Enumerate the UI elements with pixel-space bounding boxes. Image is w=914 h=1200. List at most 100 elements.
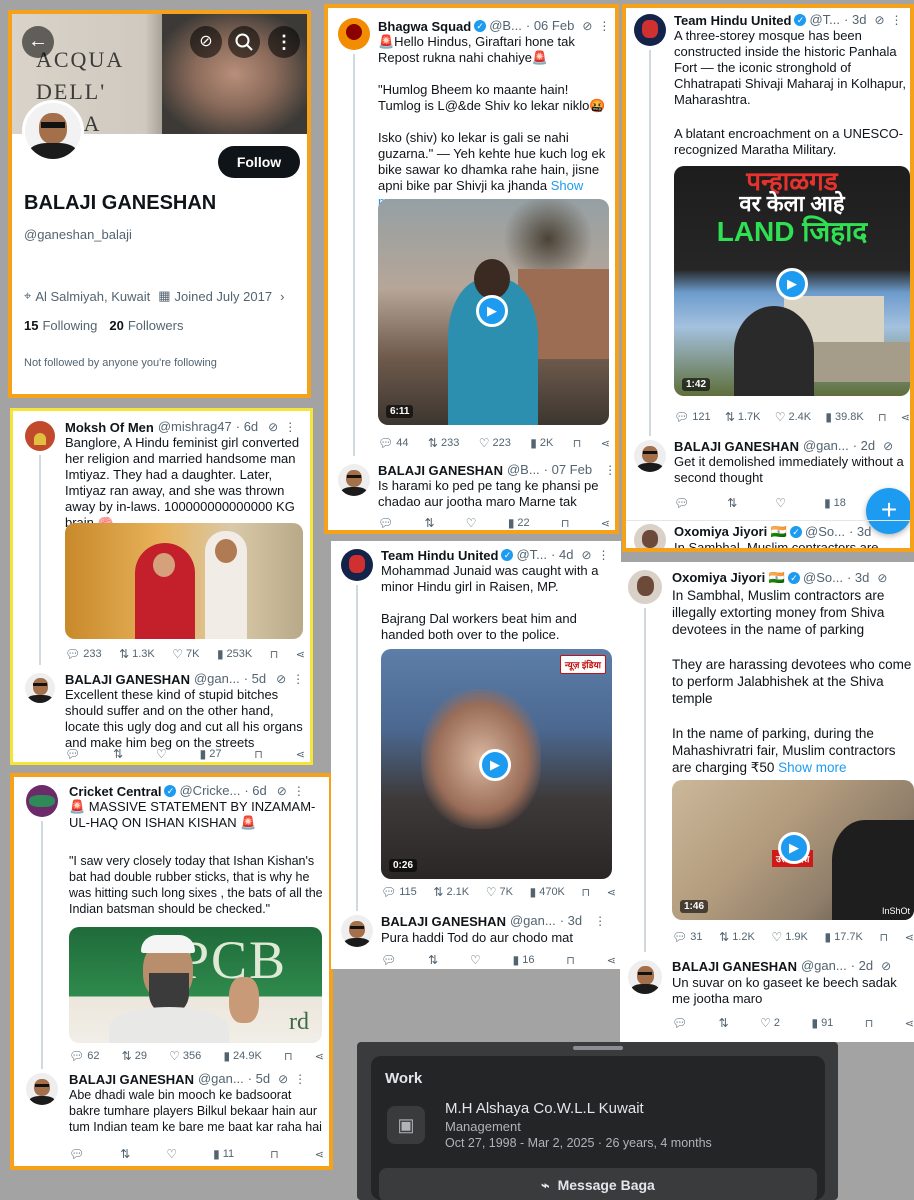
more-icon[interactable]: ⋮ bbox=[604, 463, 615, 477]
reply-button[interactable]: 💬︎ bbox=[65, 747, 80, 761]
author-avatar[interactable] bbox=[338, 18, 370, 50]
reply-avatar[interactable] bbox=[634, 440, 666, 472]
author-avatar[interactable] bbox=[634, 14, 666, 46]
bookmark-icon[interactable]: ⊓ bbox=[561, 517, 570, 530]
like-button[interactable]: ♡ 7K bbox=[172, 647, 199, 661]
reply-button[interactable]: 💬︎ 44 bbox=[378, 436, 408, 450]
like-button[interactable]: ♡ 1.9K bbox=[771, 930, 807, 944]
reply-button[interactable]: 💬︎ bbox=[378, 516, 393, 530]
work-company[interactable]: M.H Alshaya Co.W.L.L Kuwait bbox=[445, 1100, 644, 1117]
share-icon[interactable]: ⋖ bbox=[905, 931, 914, 944]
author-avatar[interactable] bbox=[26, 785, 58, 817]
repost-button[interactable]: ⇅ bbox=[719, 1016, 729, 1030]
grok-icon[interactable]: ⊘ bbox=[883, 439, 893, 453]
reply-button[interactable]: 💬︎ 121 bbox=[674, 410, 711, 424]
reply-author[interactable]: BALAJI GANESHAN bbox=[672, 959, 797, 974]
following-label[interactable]: Following bbox=[42, 318, 97, 333]
like-button[interactable]: ♡ 223 bbox=[479, 436, 511, 450]
views-button[interactable]: ▮ 470K bbox=[530, 885, 565, 899]
following-count[interactable]: 15 bbox=[24, 318, 38, 333]
like-button[interactable]: ♡ bbox=[775, 496, 786, 510]
views-button[interactable]: ▮ 24.9K bbox=[223, 1049, 261, 1063]
repost-button[interactable]: ⇅ bbox=[424, 516, 434, 530]
share-icon[interactable]: ⋖ bbox=[601, 437, 610, 450]
reply-author[interactable]: BALAJI GANESHAN bbox=[378, 463, 503, 478]
more-icon[interactable]: ⋮ bbox=[598, 548, 610, 562]
reply-button[interactable]: 💬︎ 115 bbox=[381, 885, 417, 899]
repost-button[interactable]: ⇅ 1.2K bbox=[719, 930, 755, 944]
like-button[interactable]: ♡ bbox=[156, 747, 167, 761]
followers-label[interactable]: Followers bbox=[128, 318, 184, 333]
tweet-image[interactable] bbox=[65, 523, 303, 639]
play-button[interactable]: ▶ bbox=[479, 749, 511, 781]
author-name[interactable]: Cricket Central bbox=[69, 784, 161, 799]
views-button[interactable]: ▮ 253K bbox=[217, 647, 252, 661]
grok-icon[interactable]: ⊘ bbox=[874, 13, 884, 27]
views-button[interactable]: ▮ 17.7K bbox=[825, 930, 863, 944]
reply-button[interactable]: 💬︎ bbox=[69, 1147, 84, 1161]
play-button[interactable]: ▶ bbox=[476, 295, 508, 327]
tweet-video[interactable]: उत्तर प्रदेश InShOt ▶ 1:46 bbox=[672, 780, 914, 920]
reply-avatar[interactable] bbox=[25, 673, 55, 703]
message-button[interactable]: ⌁ Message Baga bbox=[379, 1168, 817, 1200]
share-icon[interactable]: ⋖ bbox=[296, 748, 305, 761]
more-icon[interactable]: ⋮ bbox=[284, 420, 296, 434]
more-icon[interactable]: ⋮ bbox=[598, 19, 610, 33]
reply-avatar[interactable] bbox=[341, 915, 373, 947]
grok-icon[interactable]: ⊘ bbox=[277, 784, 287, 798]
bookmark-icon[interactable]: ⊓ bbox=[270, 1148, 279, 1161]
repost-button[interactable]: ⇅ 29 bbox=[122, 1049, 147, 1063]
share-icon[interactable]: ⋖ bbox=[901, 411, 910, 424]
repost-button[interactable]: ⇅ 1.3K bbox=[119, 647, 155, 661]
reply-button[interactable]: 💬︎ bbox=[672, 1016, 687, 1030]
repost-button[interactable]: ⇅ bbox=[727, 496, 737, 510]
reply-button[interactable]: 💬︎ bbox=[381, 953, 396, 967]
reply-button[interactable]: 💬︎ 62 bbox=[69, 1049, 99, 1063]
bookmark-icon[interactable]: ⊓ bbox=[573, 437, 582, 450]
tweet-video[interactable]: न्यूज़ इंडिया ▶ 0:26 bbox=[381, 649, 612, 879]
drag-handle[interactable] bbox=[573, 1046, 623, 1050]
views-button[interactable]: ▮ 18 bbox=[824, 496, 846, 510]
play-button[interactable]: ▶ bbox=[776, 268, 808, 300]
share-icon[interactable]: ⋖ bbox=[607, 954, 616, 967]
grok-icon[interactable]: ⊘ bbox=[581, 548, 591, 562]
views-button[interactable]: ▮ 39.8K bbox=[825, 410, 863, 424]
play-button[interactable]: ▶ bbox=[778, 832, 810, 864]
tweet-image[interactable]: PCB rd bbox=[69, 927, 322, 1043]
views-button[interactable]: ▮ 16 bbox=[513, 953, 535, 967]
repost-button[interactable]: ⇅ bbox=[428, 953, 438, 967]
bookmark-icon[interactable]: ⊓ bbox=[582, 886, 591, 899]
share-icon[interactable]: ⋖ bbox=[315, 1050, 324, 1063]
share-icon[interactable]: ⋖ bbox=[601, 517, 610, 530]
author-name[interactable]: Team Hindu United bbox=[674, 13, 791, 28]
repost-button[interactable]: ⇅ 2.1K bbox=[433, 885, 469, 899]
repost-button[interactable]: ⇅ bbox=[120, 1147, 130, 1161]
next-tweet-author[interactable]: Oxomiya Jiyori 🇮🇳 bbox=[674, 524, 787, 540]
like-button[interactable]: ♡ 356 bbox=[169, 1049, 201, 1063]
more-icon[interactable]: ⋮ bbox=[594, 914, 606, 928]
show-more-link[interactable]: Show more bbox=[778, 760, 846, 775]
grok-icon[interactable]: ⊘ bbox=[268, 420, 278, 434]
author-avatar[interactable] bbox=[341, 549, 373, 581]
reply-avatar[interactable] bbox=[338, 464, 370, 496]
views-button[interactable]: ▮ 2K bbox=[530, 436, 553, 450]
follow-button[interactable]: Follow bbox=[218, 146, 300, 178]
profile-avatar[interactable] bbox=[22, 100, 84, 162]
tweet-video[interactable]: पन्हाळगड वर केला आहे LAND जिहाद ▶ 1:42 bbox=[674, 166, 910, 396]
repost-button[interactable]: ⇅ 233 bbox=[428, 436, 459, 450]
author-name[interactable]: Moksh Of Men bbox=[65, 420, 154, 435]
bookmark-icon[interactable]: ⊓ bbox=[865, 1017, 874, 1030]
share-icon[interactable]: ⋖ bbox=[315, 1148, 324, 1161]
views-button[interactable]: ▮ 91 bbox=[811, 1016, 833, 1030]
author-name[interactable]: Team Hindu United bbox=[381, 548, 498, 563]
bookmark-icon[interactable]: ⊓ bbox=[284, 1050, 293, 1063]
like-button[interactable]: ♡ bbox=[466, 516, 477, 530]
author-avatar[interactable] bbox=[628, 570, 662, 604]
reply-author[interactable]: BALAJI GANESHAN bbox=[69, 1072, 194, 1087]
bookmark-icon[interactable]: ⊓ bbox=[270, 648, 279, 661]
grok-icon[interactable]: ⊘ bbox=[278, 1072, 288, 1086]
share-icon[interactable]: ⋖ bbox=[905, 1017, 914, 1030]
reply-avatar[interactable] bbox=[26, 1073, 58, 1105]
bookmark-icon[interactable]: ⊓ bbox=[880, 931, 889, 944]
reply-button[interactable]: 💬︎ 31 bbox=[672, 930, 702, 944]
